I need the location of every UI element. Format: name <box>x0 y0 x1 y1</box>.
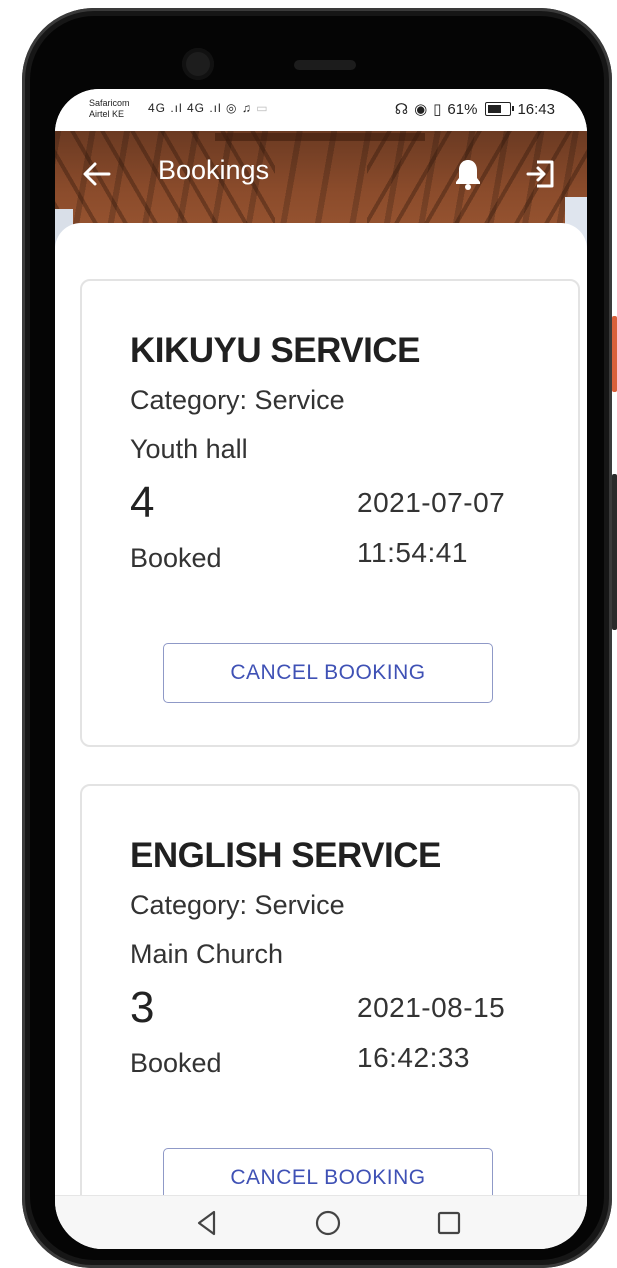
notifications-button[interactable] <box>453 157 483 191</box>
booking-time: 11:54:41 <box>357 537 468 568</box>
booking-category: Category: Service <box>130 890 345 920</box>
status-bar: Safaricom Airtel KE 4G .ıl 4G .ıl ◎ ♫ ▭ … <box>55 89 587 131</box>
booking-title: ENGLISH SERVICE <box>130 836 441 875</box>
hotspot-icon: ◎ <box>226 101 238 115</box>
back-button[interactable] <box>81 159 113 189</box>
square-recents-icon <box>437 1211 461 1235</box>
screen: Safaricom Airtel KE 4G .ıl 4G .ıl ◎ ♫ ▭ … <box>55 89 587 1249</box>
booking-card: KIKUYU SERVICE Category: Service Youth h… <box>80 279 580 747</box>
booking-count-label: Booked <box>130 543 222 573</box>
earpiece-speaker <box>294 60 356 70</box>
status-right: ☊ ◉ ▯ 61% 16:43 <box>394 100 555 119</box>
booking-count: 3 <box>130 983 155 1032</box>
carrier-1: Safaricom <box>89 98 130 108</box>
circle-home-icon <box>315 1210 341 1236</box>
battery-percent: 61% <box>447 100 478 118</box>
carrier-labels: Safaricom Airtel KE <box>89 98 130 120</box>
booking-date: 2021-08-15 <box>357 992 506 1023</box>
system-navigation-bar <box>55 1195 587 1249</box>
power-button <box>612 474 617 630</box>
booking-location: Youth hall <box>130 434 248 464</box>
arrow-left-icon <box>83 162 111 186</box>
clock: 16:43 <box>517 100 555 118</box>
volume-button <box>612 316 617 392</box>
network-signal-icons: 4G .ıl 4G .ıl ◎ ♫ ▭ <box>148 101 269 115</box>
bookings-list[interactable]: KIKUYU SERVICE Category: Service Youth h… <box>55 223 587 1196</box>
booking-location: Main Church <box>130 939 284 969</box>
headphones-icon: ☊ <box>394 101 409 118</box>
booking-date: 2021-07-07 <box>357 487 506 518</box>
bell-icon <box>456 160 480 190</box>
nav-back-button[interactable] <box>192 1208 222 1238</box>
front-camera <box>182 48 214 80</box>
booking-count-label: Booked <box>130 1048 222 1078</box>
nav-home-button[interactable] <box>313 1208 343 1238</box>
logout-icon <box>526 160 554 188</box>
nav-recents-button[interactable] <box>434 1208 464 1238</box>
booking-count: 4 <box>130 478 155 527</box>
cancel-booking-button[interactable]: CANCEL BOOKING <box>163 1148 493 1196</box>
eye-comfort-icon: ◉ <box>414 101 428 118</box>
vibrate-icon: ▯ <box>433 101 442 118</box>
signal-text: 4G .ıl 4G .ıl <box>148 101 222 115</box>
triangle-back-icon <box>197 1210 216 1236</box>
booking-time: 16:42:33 <box>357 1042 470 1073</box>
page-title: Bookings <box>158 155 270 185</box>
music-icon: ♫ <box>241 101 252 115</box>
header-background-beam <box>215 133 425 141</box>
battery-icon <box>485 102 515 116</box>
booking-category: Category: Service <box>130 385 345 415</box>
logout-button[interactable] <box>525 158 557 190</box>
cancel-booking-button[interactable]: CANCEL BOOKING <box>163 643 493 703</box>
booking-card: ENGLISH SERVICE Category: Service Main C… <box>80 784 580 1196</box>
phone-frame: Safaricom Airtel KE 4G .ıl 4G .ıl ◎ ♫ ▭ … <box>22 8 612 1268</box>
carrier-2: Airtel KE <box>89 109 125 119</box>
phone-bezel: Safaricom Airtel KE 4G .ıl 4G .ıl ◎ ♫ ▭ … <box>30 16 604 1260</box>
screen-cast-icon: ▭ <box>256 101 269 115</box>
booking-title: KIKUYU SERVICE <box>130 331 420 370</box>
